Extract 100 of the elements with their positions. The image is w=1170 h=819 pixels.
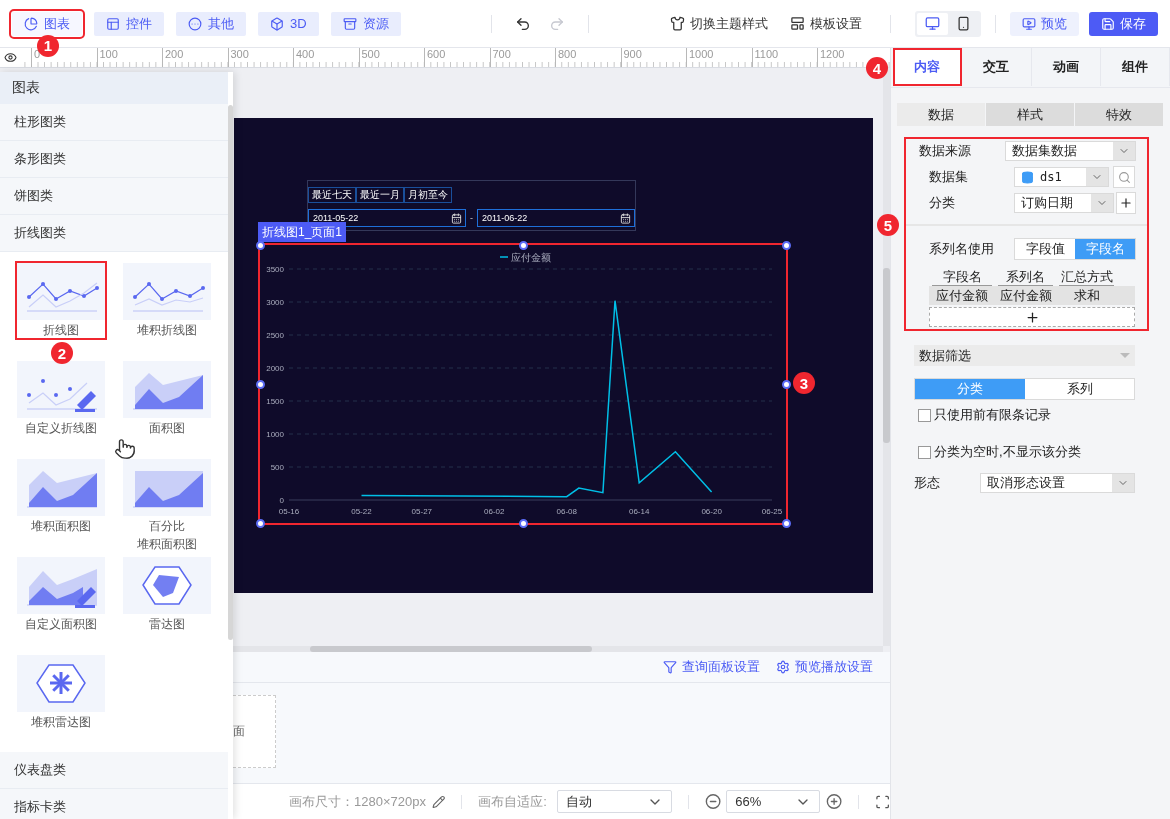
add-button[interactable] [1116, 192, 1136, 214]
category-item[interactable]: 指标卡类 [0, 789, 228, 819]
area-chart-icon [123, 459, 211, 516]
chart-type-item[interactable]: 面积图 [123, 361, 211, 436]
template-settings-button[interactable]: 模板设置 [790, 14, 862, 33]
page-thumbnail[interactable]: 面 [233, 695, 276, 768]
axis-label: 06-02 [484, 507, 505, 516]
start-date-field[interactable]: 2011-05-22 [308, 209, 467, 227]
chart-type-item[interactable]: 百分比 堆积面积图 [123, 459, 211, 552]
axis-label: 500 [270, 463, 284, 472]
table-row[interactable]: 应付金额 应付金额 求和 [929, 286, 1135, 305]
resize-handle[interactable] [255, 379, 265, 389]
resize-handle[interactable] [781, 518, 791, 528]
quick-range-button[interactable]: 最近一月 [356, 187, 404, 203]
area-chart-pencil-icon [17, 557, 105, 614]
template-icon [790, 16, 805, 31]
resize-handle[interactable] [518, 518, 528, 528]
ruler-label: 700 [489, 48, 555, 67]
form-select[interactable]: 取消形态设置 [980, 473, 1135, 493]
zoom-out-icon[interactable] [705, 793, 722, 810]
category-item[interactable]: 饼图类 [0, 178, 228, 215]
save-button[interactable]: 保存 [1089, 11, 1158, 36]
checkbox-label: 只使用前有限条记录 [934, 406, 1051, 424]
inspector-tab[interactable]: 内容 [893, 48, 963, 86]
field-label: 数据集 [928, 168, 969, 186]
table-cell-text: 应付金额 [935, 286, 989, 305]
category-item[interactable]: 仪表盘类 [0, 752, 228, 789]
plus-icon [1119, 196, 1133, 210]
resize-handle[interactable] [781, 240, 791, 250]
checkbox[interactable] [918, 445, 931, 459]
resize-handle[interactable] [518, 240, 528, 250]
annotation-marker: 5 [877, 214, 899, 236]
checkbox[interactable] [918, 408, 931, 422]
sub-tab[interactable]: 数据 [897, 103, 985, 126]
quick-range-button[interactable]: 月初至今 [404, 187, 452, 203]
save-icon [1101, 16, 1115, 31]
chart-type-item[interactable]: 堆积面积图 [17, 459, 105, 534]
toolbar-tab[interactable]: 资源 [330, 11, 401, 36]
dataset-select[interactable]: ds1 [1014, 167, 1109, 187]
category-item[interactable]: 条形图类 [0, 141, 228, 178]
toolbar-tab[interactable]: 3D [258, 11, 319, 36]
page-label: 面 [233, 723, 245, 740]
toolbar-tab[interactable]: 其他 [176, 11, 246, 36]
line-chart-icon [17, 263, 105, 320]
ruler-label: 100 [96, 48, 162, 67]
category-item[interactable]: 折线图类 [0, 215, 228, 252]
eye-icon[interactable] [3, 51, 17, 64]
ruler-label: 600 [424, 48, 490, 67]
undo-button[interactable] [514, 15, 531, 32]
zoom-select[interactable]: 66% [726, 790, 820, 813]
desktop-view-button[interactable] [917, 12, 948, 35]
chart-type-item[interactable]: 自定义折线图 [17, 361, 105, 436]
field-label: 分类 [928, 194, 956, 212]
preview-button[interactable]: 预览 [1010, 11, 1079, 36]
ruler-label: 800 [555, 48, 621, 67]
axis-label: 2500 [266, 331, 284, 340]
sub-tab[interactable]: 样式 [986, 103, 1074, 126]
fit-select[interactable]: 自动 [556, 790, 673, 813]
data-filter-dropdown[interactable]: 数据筛选 [914, 345, 1135, 366]
resize-handle[interactable] [781, 379, 791, 389]
quick-range-button[interactable]: 最近七天 [308, 187, 356, 203]
chart-type-item[interactable]: 自定义面积图 [17, 557, 105, 632]
axis-label: 06-20 [701, 507, 722, 516]
date-separator: - [469, 213, 474, 223]
chart-type-item[interactable]: 雷达图 [123, 557, 211, 632]
category-item[interactable]: 柱形图类 [0, 104, 228, 141]
axis-label: 06-25 [761, 507, 783, 516]
resize-handle[interactable] [255, 240, 265, 250]
pencil-icon[interactable] [431, 794, 446, 809]
data-source-select[interactable]: 数据集数据 [1005, 141, 1136, 161]
end-date-field[interactable]: 2011-06-22 [476, 209, 635, 227]
ruler-label: 1000 [686, 48, 752, 67]
toolbar-tab[interactable]: 图表 [12, 11, 82, 36]
scrollbar-thumb[interactable] [883, 268, 890, 443]
category-select[interactable]: 订购日期 [1014, 193, 1114, 213]
scrollbar-thumb[interactable] [310, 646, 592, 652]
toolbar-tab[interactable]: 控件 [94, 11, 164, 36]
redo-icon [548, 15, 565, 32]
fullscreen-icon[interactable] [874, 793, 890, 810]
database-icon [1021, 170, 1034, 184]
chart-type-item[interactable]: 折线图 [17, 263, 105, 338]
phone-icon [956, 16, 971, 31]
ruler-label: 400 [293, 48, 359, 67]
zoom-in-icon[interactable] [825, 793, 842, 810]
scrollbar-thumb[interactable] [228, 105, 233, 640]
sub-tab[interactable]: 特效 [1075, 103, 1163, 126]
theme-button[interactable]: 切换主题样式 [670, 14, 768, 33]
calendar-icon [620, 212, 631, 224]
panel-link[interactable]: 预览播放设置 [776, 658, 873, 676]
panel-icon [106, 16, 120, 31]
search-icon [1117, 170, 1131, 184]
chart-type-item[interactable]: 堆积折线图 [123, 263, 211, 338]
field-label: 数据来源 [918, 142, 972, 160]
ruler-label: 1100 [751, 48, 817, 67]
resize-handle[interactable] [255, 518, 265, 528]
axis-label: 05-27 [411, 507, 433, 516]
hand-cursor-icon [114, 438, 136, 460]
panel-link[interactable]: 查询面板设置 [663, 658, 760, 676]
radar-chart-icon [123, 557, 211, 614]
chart-type-item[interactable]: 堆积雷达图 [17, 655, 105, 730]
